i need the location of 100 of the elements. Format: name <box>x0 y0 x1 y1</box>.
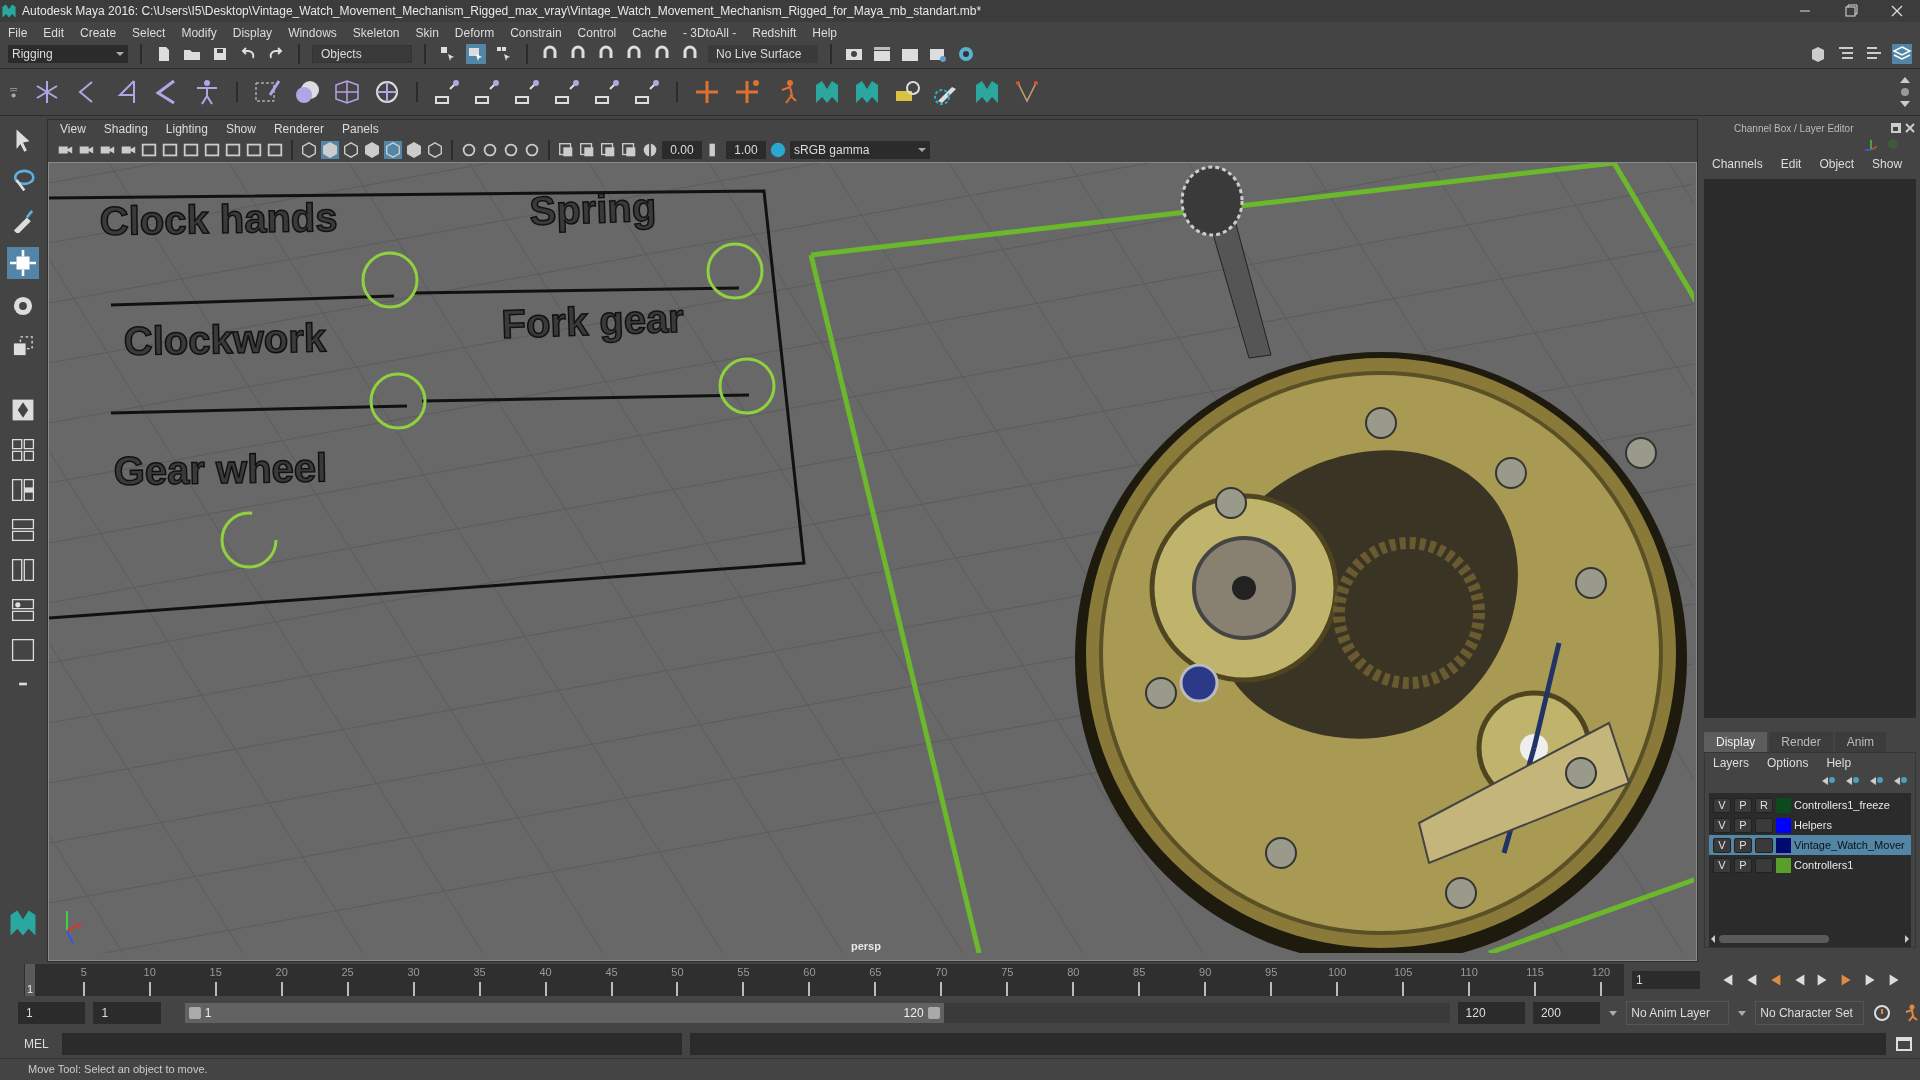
auto-key-icon[interactable] <box>1872 1003 1893 1023</box>
move-tool-icon[interactable] <box>9 250 36 276</box>
character-set-dropdown[interactable]: No Character Set <box>1755 1001 1865 1025</box>
display-type-toggle[interactable] <box>1755 817 1773 833</box>
layer-editor-tab[interactable]: Display <box>1704 732 1768 752</box>
caret-icon[interactable] <box>1608 1008 1619 1018</box>
range-track[interactable]: 1 120 <box>184 1003 1450 1023</box>
visibility-toggle[interactable]: V <box>1713 837 1731 853</box>
display-type-toggle[interactable] <box>1755 837 1773 853</box>
menu-item[interactable]: Display <box>232 23 273 42</box>
visibility-toggle[interactable]: V <box>1713 857 1731 873</box>
controller-circle[interactable] <box>706 242 764 300</box>
viewport[interactable]: Clock hands Spring Clockwork Fork gear Gear wheel persp <box>48 162 1697 961</box>
controller-circle[interactable] <box>369 372 427 430</box>
menu-item[interactable]: Cache <box>632 23 667 42</box>
wireframe-cube-icon[interactable] <box>300 141 318 159</box>
channel-box-menu-item[interactable]: Object <box>1819 155 1855 173</box>
move-layer-down-icon[interactable] <box>1845 775 1859 787</box>
float-window-icon[interactable] <box>1890 122 1902 134</box>
start-frame-field[interactable]: 1 <box>18 1002 86 1024</box>
display-type-toggle[interactable] <box>1755 857 1773 873</box>
time-ruler[interactable]: 1 5 10 15 20 25 30 35 40 45 50 55 60 65 70 75 80 85 90 95 100 105 110 115 120 <box>24 964 1624 996</box>
menu-item[interactable]: Edit <box>43 23 65 42</box>
caret-icon[interactable] <box>1737 1008 1748 1018</box>
horizontal-scrollbar[interactable] <box>1711 933 1909 945</box>
selection-mode-field[interactable]: Objects <box>312 45 412 63</box>
layout-outliner-icon[interactable] <box>9 517 36 543</box>
menu-item[interactable]: Help <box>812 23 837 42</box>
end-frame-field[interactable]: 200 <box>1532 1002 1601 1024</box>
aim-constraint-icon[interactable] <box>592 77 622 107</box>
layout-four-icon[interactable] <box>9 437 36 463</box>
parent-constraint-icon[interactable] <box>432 77 462 107</box>
layer-row[interactable]: V P Vintage_Watch_Mover <box>1709 835 1911 855</box>
color-space-dropdown[interactable]: sRGB gamma <box>790 141 930 159</box>
panel-menu-item[interactable]: Shading <box>103 120 148 138</box>
scroll-arrows-icon[interactable] <box>1898 75 1912 109</box>
channel-box-menu-item[interactable]: Edit <box>1780 155 1802 173</box>
menu-item[interactable]: Skeleton <box>352 23 400 42</box>
new-layer-selected-icon[interactable] <box>1893 775 1907 787</box>
panel-menu-item[interactable]: Show <box>225 120 256 138</box>
layer-editor-tab[interactable]: Render <box>1769 732 1833 752</box>
menu-item[interactable]: Redshift <box>752 23 797 42</box>
menu-item[interactable]: Deform <box>454 23 495 42</box>
menu-item[interactable]: Control <box>577 23 617 42</box>
current-frame-marker[interactable]: 1 <box>25 964 35 996</box>
color-management-icon[interactable] <box>769 141 787 159</box>
layer-editor-tab[interactable]: Anim <box>1834 732 1887 752</box>
axis-icon[interactable] <box>1864 137 1878 151</box>
visibility-toggle[interactable]: V <box>1713 797 1731 813</box>
point-constraint-icon[interactable] <box>472 77 502 107</box>
layer-row[interactable]: V P R Controllers1_freeze <box>1709 795 1911 815</box>
panel-menu-item[interactable]: Renderer <box>273 120 324 138</box>
playback-start-field[interactable]: 1 <box>93 1002 161 1024</box>
menu-item[interactable]: Windows <box>288 23 337 42</box>
playback-toggle[interactable]: P <box>1734 837 1752 853</box>
clapperboard-icon[interactable] <box>872 44 892 64</box>
controller-circle[interactable] <box>361 251 419 309</box>
playback-toggle[interactable]: P <box>1734 857 1752 873</box>
panel-menu-item[interactable]: Panels <box>341 120 379 138</box>
channel-box-menu-item[interactable]: Show <box>1872 155 1903 173</box>
maya-logo-icon[interactable] <box>0 2 18 20</box>
panel-menu-item[interactable]: View <box>60 120 86 138</box>
layer-color-swatch[interactable] <box>1776 837 1791 853</box>
layout-graph-icon[interactable] <box>9 597 36 623</box>
scale-constraint-icon[interactable] <box>552 77 582 107</box>
controller-circle[interactable] <box>718 357 776 415</box>
exposure-icon[interactable] <box>641 141 659 159</box>
layout-grid-icon[interactable] <box>9 637 36 663</box>
layer-color-swatch[interactable] <box>1776 797 1791 813</box>
range-fill[interactable] <box>184 1003 944 1023</box>
lattice-icon[interactable] <box>332 77 362 107</box>
menu-item[interactable]: Create <box>80 23 117 42</box>
visibility-toggle[interactable]: V <box>1713 817 1731 833</box>
script-editor-icon[interactable] <box>1894 1034 1914 1054</box>
layout-split-icon[interactable] <box>9 477 36 503</box>
close-icon[interactable] <box>1904 122 1916 134</box>
anim-layer-dropdown[interactable]: No Anim Layer <box>1626 1001 1730 1025</box>
menu-item[interactable]: Constrain <box>510 23 562 42</box>
live-surface-field[interactable]: No Live Surface <box>708 45 818 63</box>
display-type-toggle[interactable]: R <box>1755 797 1773 813</box>
layer-color-swatch[interactable] <box>1776 817 1791 833</box>
layer-menu-item[interactable]: Help <box>1826 754 1852 772</box>
layer-menu-item[interactable]: Options <box>1767 754 1809 772</box>
command-input-field[interactable] <box>62 1033 682 1055</box>
layer-menu-item[interactable]: Layers <box>1713 754 1750 772</box>
channel-box-menu-item[interactable]: Channels <box>1712 155 1763 173</box>
new-layer-icon[interactable] <box>1869 775 1883 787</box>
playback-end-field[interactable]: 120 <box>1457 1002 1525 1024</box>
layout-columns-icon[interactable] <box>9 557 36 583</box>
gamma-field[interactable]: 1.00 <box>726 141 766 159</box>
menu-item[interactable]: File <box>8 23 28 42</box>
menu-item[interactable]: - 3DtoAll - <box>682 23 737 42</box>
exposure-field[interactable]: 0.00 <box>662 141 702 159</box>
playback-toggle[interactable]: P <box>1734 817 1752 833</box>
command-language-label[interactable]: MEL <box>24 1035 54 1053</box>
menu-item[interactable]: Skin <box>415 23 439 42</box>
current-frame-field[interactable]: 1 <box>1632 971 1700 989</box>
layer-color-swatch[interactable] <box>1776 857 1791 873</box>
pole-vector-icon[interactable] <box>632 77 662 107</box>
menu-item[interactable]: Select <box>132 23 166 42</box>
